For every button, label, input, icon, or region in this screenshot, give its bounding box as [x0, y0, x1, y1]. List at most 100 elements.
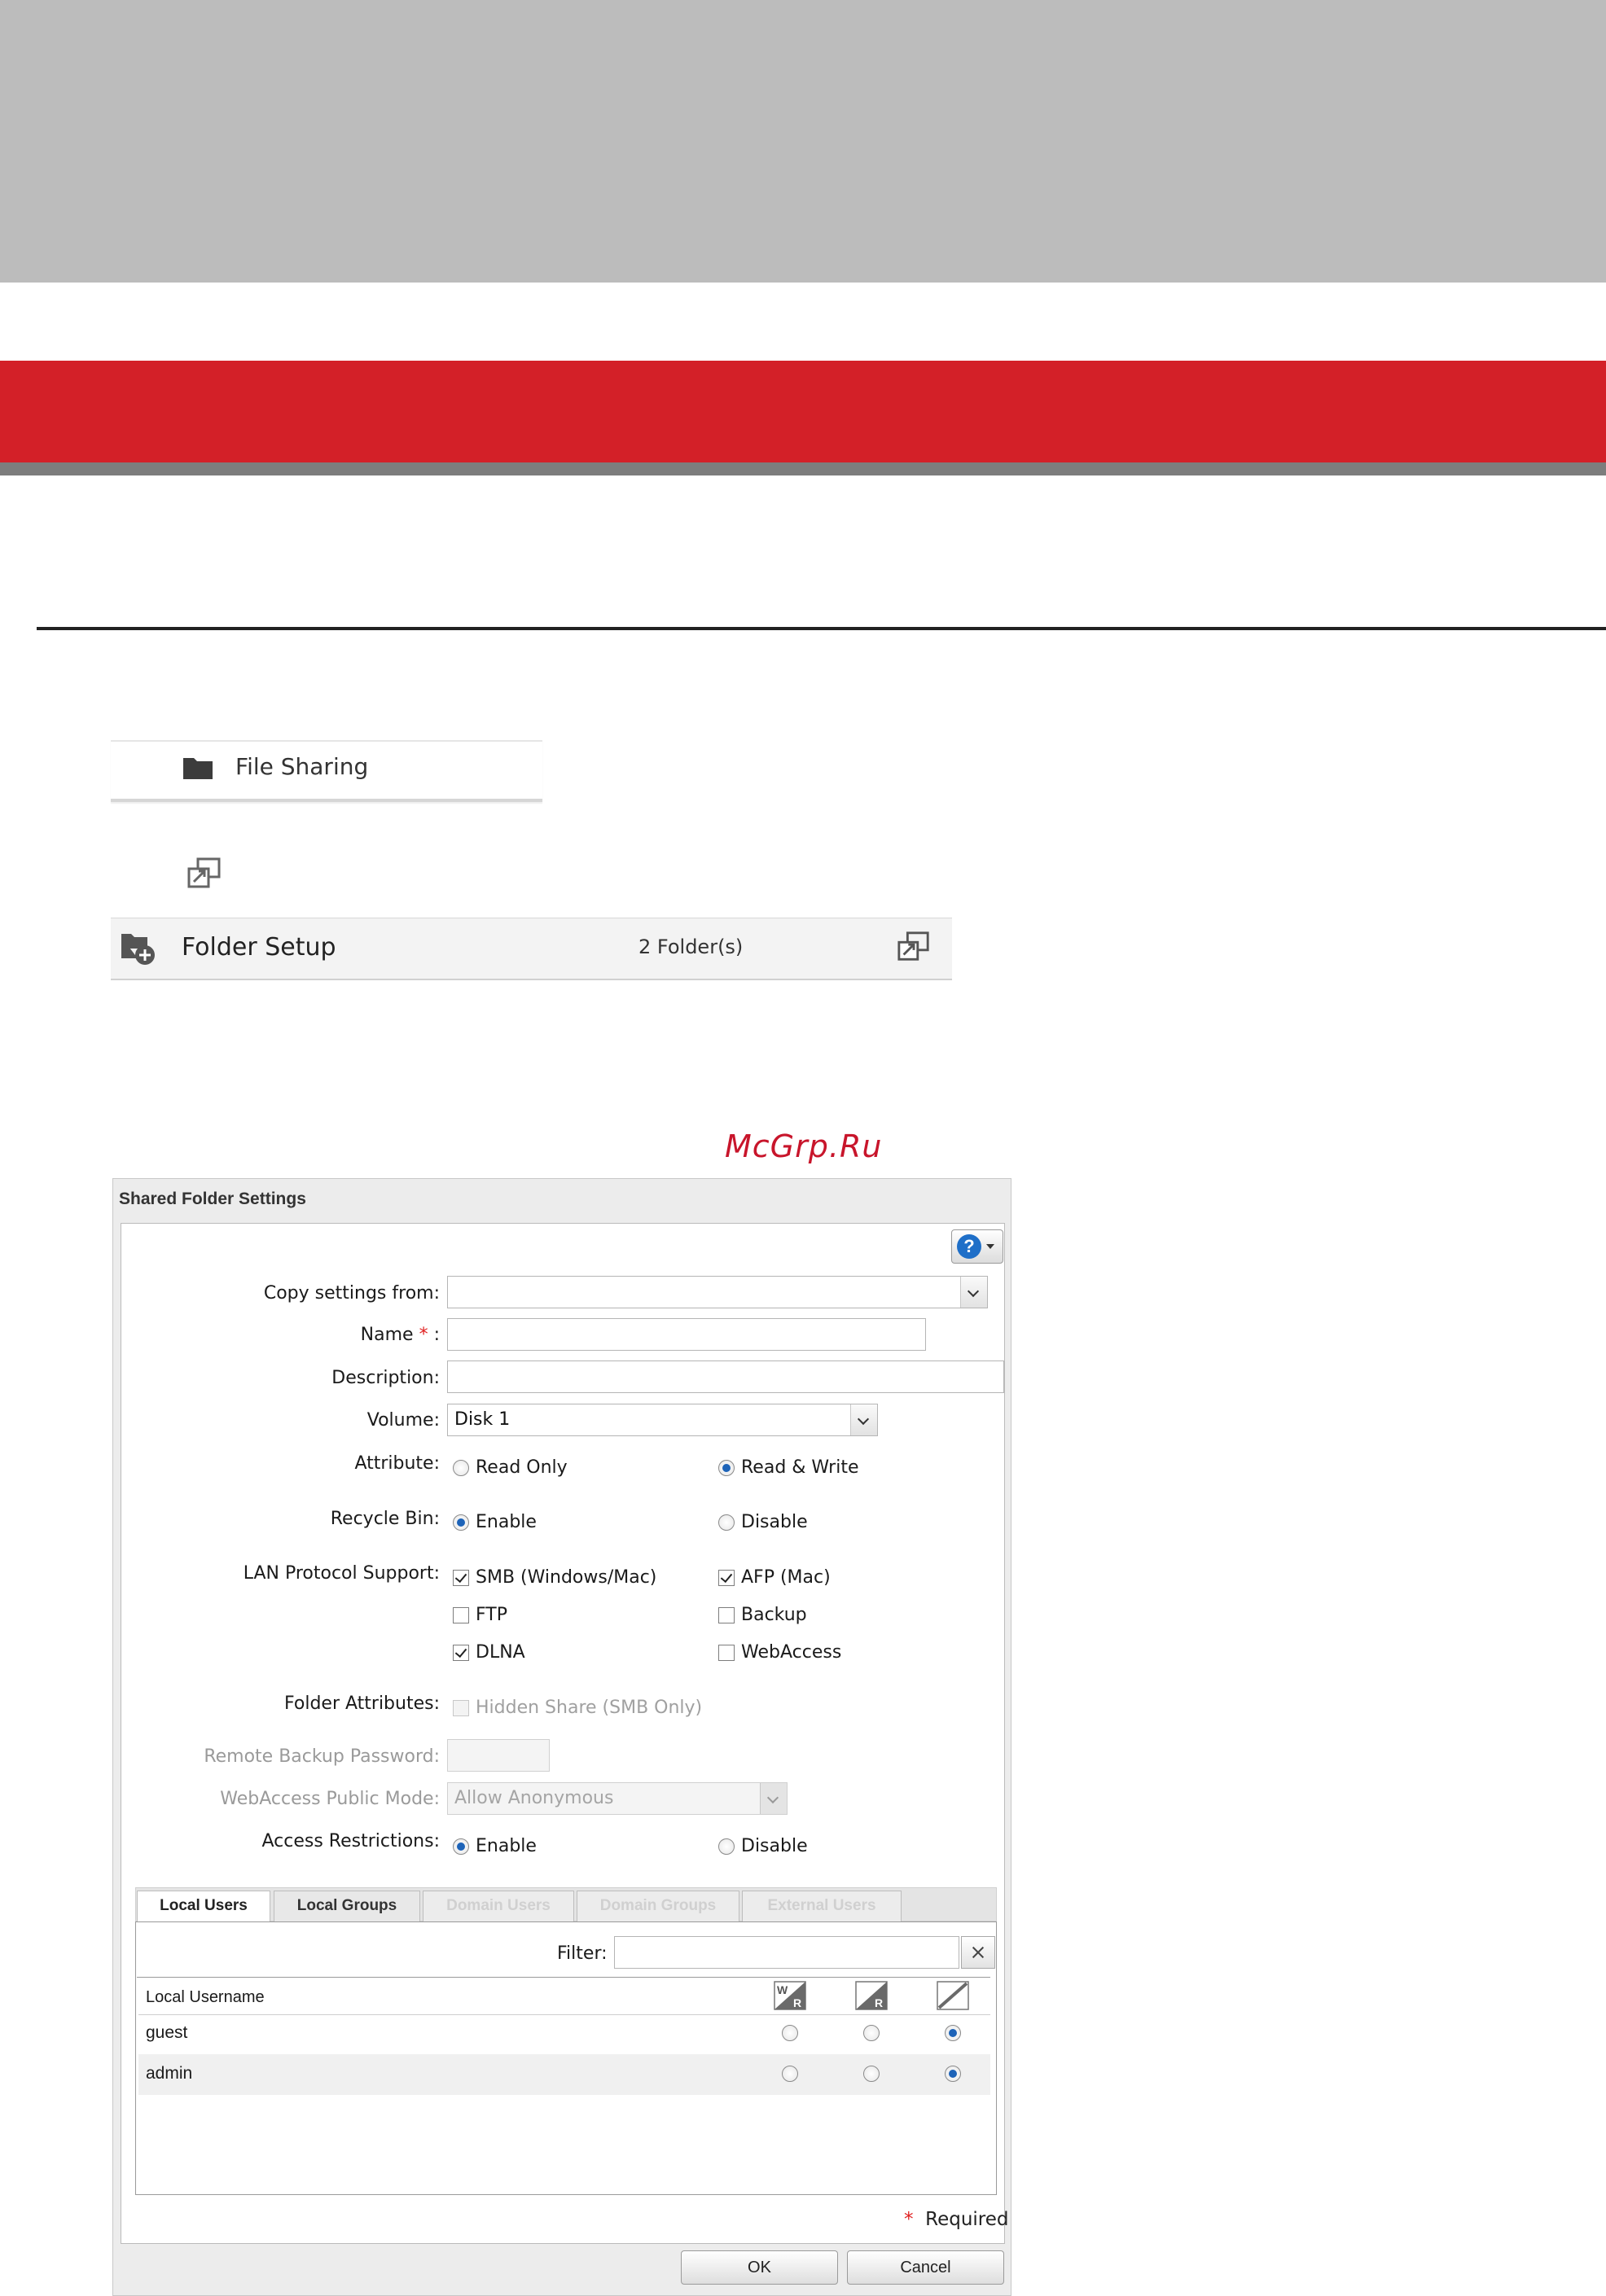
perm-no-access-radio[interactable]: [945, 2025, 961, 2041]
chevron-down-icon[interactable]: [760, 1783, 787, 1814]
option-label: Disable: [741, 1836, 808, 1856]
perm-read-write-radio[interactable]: [782, 2066, 798, 2082]
table-row[interactable]: guest: [138, 2013, 990, 2054]
name-label-text: Name: [360, 1325, 414, 1345]
option-label: Enable: [476, 1512, 537, 1532]
section-divider: [37, 627, 1606, 630]
tab-local-groups[interactable]: Local Groups: [274, 1891, 420, 1921]
dialog-title: Shared Folder Settings: [119, 1190, 306, 1208]
attribute-read-only[interactable]: Read Only: [453, 1457, 568, 1478]
perm-read-write-radio[interactable]: [782, 2025, 798, 2041]
attribute-read-write[interactable]: Read & Write: [718, 1457, 859, 1478]
username-cell: guest: [146, 2023, 188, 2042]
read-write-icon[interactable]: W R: [774, 1981, 806, 2010]
radio-button[interactable]: [453, 1459, 469, 1476]
filter-label: Filter:: [557, 1943, 608, 1964]
red-header-bar: [0, 361, 1606, 462]
checkbox[interactable]: [718, 1569, 735, 1586]
volume-select[interactable]: Disk 1: [447, 1404, 878, 1436]
webaccess-mode-value: Allow Anonymous: [454, 1788, 614, 1808]
copy-settings-select[interactable]: [447, 1276, 988, 1308]
clear-filter-button[interactable]: [961, 1936, 995, 1969]
expand-icon[interactable]: [897, 931, 931, 963]
recycle-enable[interactable]: Enable: [453, 1512, 537, 1532]
radio-button[interactable]: [718, 1459, 735, 1476]
help-button[interactable]: ?: [951, 1229, 1003, 1264]
lan-ftp-checkbox[interactable]: FTP: [453, 1605, 507, 1625]
header-shadow-bar: [0, 462, 1606, 475]
required-note: * Required: [904, 2209, 1009, 2230]
option-label: FTP: [476, 1605, 507, 1625]
lan-dlna-checkbox[interactable]: DLNA: [453, 1642, 525, 1663]
volume-value: Disk 1: [454, 1409, 511, 1430]
username-cell: admin: [146, 2064, 193, 2083]
attribute-label: Attribute:: [354, 1453, 440, 1474]
checkbox[interactable]: [453, 1699, 469, 1716]
read-only-icon[interactable]: R: [855, 1981, 888, 2010]
access-disable[interactable]: Disable: [718, 1836, 808, 1856]
option-label: Read & Write: [741, 1457, 859, 1478]
folder-setup-label: Folder Setup: [182, 933, 336, 962]
option-label: DLNA: [476, 1642, 525, 1663]
perm-read-only-radio[interactable]: [863, 2066, 880, 2082]
lan-afp-checkbox[interactable]: AFP (Mac): [718, 1567, 831, 1588]
tab-external-users[interactable]: External Users: [742, 1891, 902, 1921]
watermark: McGrp.Ru: [725, 1128, 883, 1164]
option-label: AFP (Mac): [741, 1567, 831, 1588]
cancel-button[interactable]: Cancel: [847, 2250, 1004, 2285]
chevron-down-icon[interactable]: [960, 1277, 987, 1308]
lan-smb-checkbox[interactable]: SMB (Windows/Mac): [453, 1567, 656, 1588]
perm-no-access-radio[interactable]: [945, 2066, 961, 2082]
chevron-down-icon[interactable]: [850, 1404, 877, 1435]
name-field[interactable]: [447, 1318, 926, 1351]
no-access-icon[interactable]: [937, 1981, 969, 2010]
folder-count: 2 Folder(s): [638, 935, 744, 958]
menu-item-label: File Sharing: [235, 753, 369, 780]
tab-domain-groups[interactable]: Domain Groups: [577, 1891, 739, 1921]
tab-local-users[interactable]: Local Users: [137, 1891, 270, 1921]
access-enable[interactable]: Enable: [453, 1836, 537, 1856]
checkbox[interactable]: [453, 1644, 469, 1661]
volume-label: Volume:: [366, 1410, 440, 1431]
svg-text:W: W: [777, 1983, 788, 1996]
checkbox[interactable]: [718, 1644, 735, 1661]
perm-read-only-radio[interactable]: [863, 2025, 880, 2041]
chevron-down-icon: [986, 1244, 994, 1249]
recycle-bin-label: Recycle Bin:: [330, 1509, 440, 1529]
access-restrictions-label: Access Restrictions:: [261, 1831, 441, 1851]
description-field[interactable]: [447, 1361, 1004, 1393]
radio-button[interactable]: [718, 1838, 735, 1855]
option-label: SMB (Windows/Mac): [476, 1567, 657, 1588]
radio-button[interactable]: [453, 1838, 469, 1855]
option-label: Hidden Share (SMB Only): [476, 1698, 703, 1718]
recycle-disable[interactable]: Disable: [718, 1512, 808, 1532]
name-label-colon: :: [433, 1325, 440, 1345]
remote-backup-password-field[interactable]: [447, 1739, 550, 1772]
top-gray-banner: [0, 0, 1606, 283]
table-row[interactable]: admin: [138, 2054, 990, 2095]
option-label: Disable: [741, 1512, 808, 1532]
ok-button[interactable]: OK: [681, 2250, 838, 2285]
filter-input[interactable]: [614, 1936, 959, 1969]
svg-text:R: R: [793, 1996, 801, 2009]
copy-settings-label: Copy settings from:: [263, 1283, 440, 1304]
tab-domain-users[interactable]: Domain Users: [423, 1891, 574, 1921]
folder-icon: [183, 758, 213, 779]
lan-webaccess-checkbox[interactable]: WebAccess: [718, 1642, 841, 1663]
description-label: Description:: [331, 1368, 440, 1388]
radio-button[interactable]: [718, 1514, 735, 1531]
checkbox[interactable]: [718, 1606, 735, 1623]
radio-button[interactable]: [453, 1514, 469, 1531]
required-star: *: [419, 1325, 428, 1345]
lan-backup-checkbox[interactable]: Backup: [718, 1605, 807, 1625]
hidden-share-checkbox[interactable]: Hidden Share (SMB Only): [453, 1698, 702, 1718]
lan-protocol-label: LAN Protocol Support:: [243, 1563, 440, 1584]
checkbox[interactable]: [453, 1606, 469, 1623]
option-label: WebAccess: [741, 1642, 842, 1663]
webaccess-public-mode-select[interactable]: Allow Anonymous: [447, 1782, 788, 1815]
option-label: Read Only: [476, 1457, 568, 1478]
column-header-username: Local Username: [146, 1988, 265, 2006]
option-label: Enable: [476, 1836, 537, 1856]
checkbox[interactable]: [453, 1569, 469, 1586]
required-text: Required: [925, 2209, 1009, 2230]
